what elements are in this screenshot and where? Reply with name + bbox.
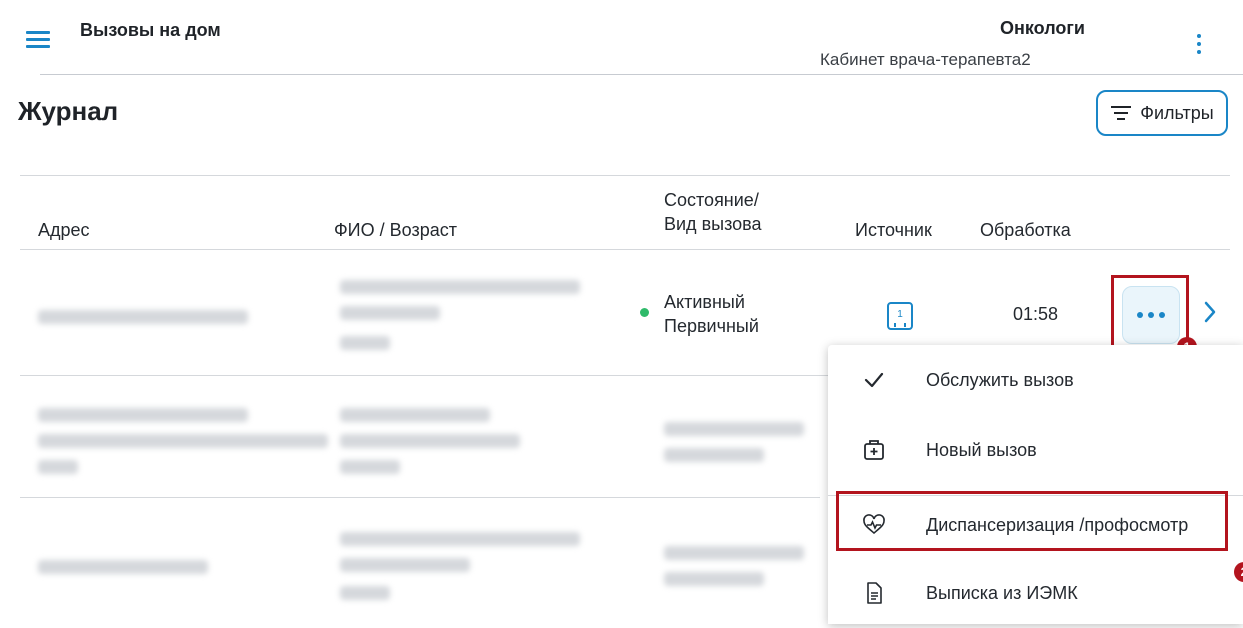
more-vertical-icon[interactable] [1196,34,1202,54]
organization-name: Онкологи [1000,18,1085,38]
table-row[interactable] [20,500,820,620]
document-icon [867,582,882,604]
column-source: Источник [855,220,932,240]
check-icon [864,372,884,388]
status-cell-blurred [664,422,804,436]
menu-item-iemk-extract[interactable]: Выписка из ИЭМК [828,558,1243,628]
column-status: Состояние/ Вид вызова [664,188,762,236]
highlight-box-actions [1111,275,1189,349]
address-cell-blurred-2 [38,434,328,448]
menu-item-label: Новый вызов [926,439,1037,460]
status-cell-blurred-2 [664,448,764,462]
menu-item-new-call[interactable]: Новый вызов [828,415,1243,485]
filter-icon [1111,106,1132,120]
highlight-box-dispensary [836,491,1228,551]
filters-label: Фильтры [1140,102,1214,123]
address-cell-blurred [38,408,248,422]
processing-time: 01:58 [1013,304,1059,324]
column-address: Адрес [38,220,90,240]
fio-cell-blurred [340,408,490,422]
column-status-line1: Состояние/ [664,190,759,210]
address-cell-blurred [38,310,248,324]
row-actions-menu: Обслужить вызов Новый вызов Диспансериза… [828,345,1243,624]
fio-cell-blurred [340,532,580,546]
row-divider [20,497,820,498]
page-title: Журнал [18,96,119,126]
status-cell: Активный Первичный [664,290,759,338]
age-cell-blurred [340,586,390,600]
status-cell-blurred-2 [664,572,764,586]
medical-case-icon [864,440,884,460]
menu-icon[interactable] [26,31,50,49]
fio-cell-blurred-2 [340,434,520,448]
age-cell-blurred [340,336,390,350]
menu-item-label: Обслужить вызов [926,369,1074,390]
status-dot [640,308,649,317]
table-top-divider [20,175,1230,176]
column-processing: Обработка [980,220,1071,240]
menu-item-serve-call[interactable]: Обслужить вызов [828,345,1243,415]
age-cell-blurred [340,460,400,474]
column-fio: ФИО / Возраст [334,220,457,240]
address-cell-blurred [38,560,208,574]
column-status-line2: Вид вызова [664,214,762,234]
table-header-divider [20,249,1230,250]
fio-cell-blurred-2 [340,306,440,320]
status-cell-blurred [664,546,804,560]
table-row[interactable] [20,378,820,498]
filters-button[interactable]: Фильтры [1096,90,1228,136]
fio-cell-blurred [340,280,580,294]
fio-cell-blurred-2 [340,558,470,572]
status-value: Активный [664,292,745,312]
svg-text:1: 1 [897,309,903,320]
call-type-value: Первичный [664,316,759,336]
cabinet-name[interactable]: Кабинет врача-терапевта2 [820,50,1031,70]
header-divider [40,74,1243,75]
app-title: Вызовы на дом [80,20,221,40]
address-cell-blurred-3 [38,460,78,474]
source-app-icon: 1 [887,302,913,330]
chevron-right-icon[interactable] [1203,300,1217,324]
menu-item-label: Выписка из ИЭМК [926,582,1078,603]
